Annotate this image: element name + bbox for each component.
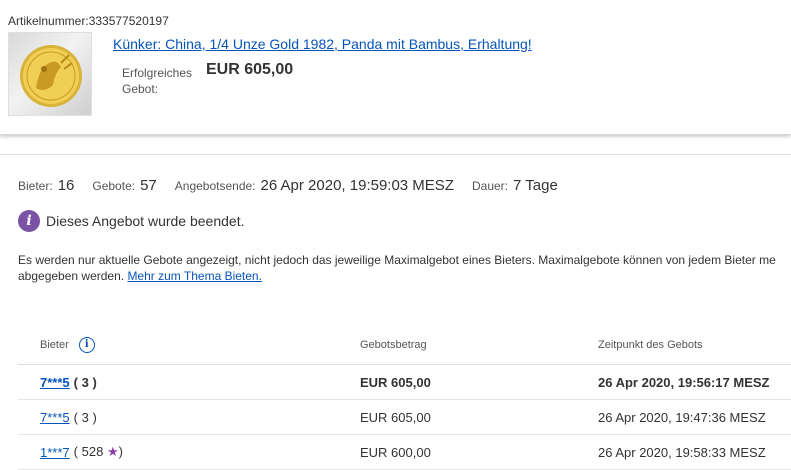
bid-notice: Es werden nur aktuelle Gebote angezeigt,…	[18, 252, 791, 284]
item-title-link[interactable]: Künker: China, 1/4 Unze Gold 1982, Panda…	[113, 36, 532, 52]
winning-bid-label: Erfolgreiches Gebot:	[122, 66, 193, 96]
table-row: 7***5 ( 3 ) EUR 605,00 26 Apr 2020, 19:5…	[18, 365, 791, 400]
notice-line-2: abgegeben werden.	[18, 269, 125, 283]
feedback-score: ( 3 )	[73, 409, 97, 425]
bidder-link[interactable]: 1***7	[40, 445, 70, 460]
gold-coin-image	[20, 45, 82, 107]
bid-history-table: Bieter i Gebotsbetrag Zeitpunkt des Gebo…	[18, 325, 791, 470]
item-thumbnail[interactable]	[8, 32, 92, 116]
item-number-label: Artikelnummer:	[8, 14, 89, 28]
header-bidder: Bieter i	[18, 336, 360, 353]
bidder-link[interactable]: 7***5	[40, 375, 70, 390]
bidder-link[interactable]: 7***5	[40, 410, 70, 425]
bidders-count: 16	[57, 177, 75, 194]
bid-amount: EUR 605,00	[360, 374, 431, 390]
notice-line-1: Es werden nur aktuelle Gebote angezeigt,…	[18, 253, 776, 267]
bidder-info-icon[interactable]: i	[78, 336, 95, 353]
auction-ended-text: Dieses Angebot wurde beendet.	[46, 213, 245, 229]
header-bidder-label: Bieter	[40, 338, 69, 351]
bid-time: 26 Apr 2020, 19:56:17 MESZ	[598, 374, 770, 390]
item-number-value: 333577520197	[88, 14, 169, 28]
end-label: Angebotsende:	[174, 179, 256, 193]
bids-count: 57	[140, 177, 157, 194]
item-number: Artikelnummer:333577520197	[8, 14, 169, 28]
bidder-cell: 7***5 ( 3 )	[18, 375, 360, 390]
section-divider	[0, 154, 791, 155]
bid-time: 26 Apr 2020, 19:58:33 MESZ	[598, 444, 766, 460]
bid-amount: EUR 605,00	[360, 409, 431, 425]
item-summary-card: Artikelnummer:333577520197 Künker: China…	[0, 0, 791, 135]
feedback-score: ( 528 ★)	[73, 444, 123, 459]
table-header: Bieter i Gebotsbetrag Zeitpunkt des Gebo…	[18, 325, 791, 365]
bid-time: 26 Apr 2020, 19:47:36 MESZ	[598, 409, 766, 425]
duration-label: Dauer:	[471, 179, 509, 193]
auction-ended-status: i Dieses Angebot wurde beendet.	[18, 209, 244, 233]
table-row: 1***7 ( 528 ★) EUR 600,00 26 Apr 2020, 1…	[18, 435, 791, 470]
bids-label: Gebote:	[92, 179, 136, 193]
table-row: 7***5 ( 3 ) EUR 605,00 26 Apr 2020, 19:4…	[18, 400, 791, 435]
more-about-bidding-link[interactable]: Mehr zum Thema Bieten.	[127, 269, 262, 283]
end-time: 26 Apr 2020, 19:59:03 MESZ	[260, 177, 454, 194]
header-time: Zeitpunkt des Gebots	[598, 338, 703, 351]
bidders-label: Bieter:	[18, 179, 53, 193]
feedback-star-icon[interactable]: ★	[107, 444, 119, 459]
winning-bid-price: EUR 605,00	[206, 61, 294, 78]
duration-value: 7 Tage	[513, 177, 558, 194]
auction-stats: Bieter: 16 Gebote: 57 Angebotsende: 26 A…	[18, 177, 576, 197]
feedback-score: ( 3 )	[73, 374, 97, 390]
bid-amount: EUR 600,00	[360, 444, 431, 460]
bidder-cell: 1***7 ( 528 ★)	[18, 444, 360, 460]
info-icon: i	[18, 210, 40, 232]
header-amount: Gebotsbetrag	[360, 338, 427, 351]
bidder-cell: 7***5 ( 3 )	[18, 410, 360, 425]
